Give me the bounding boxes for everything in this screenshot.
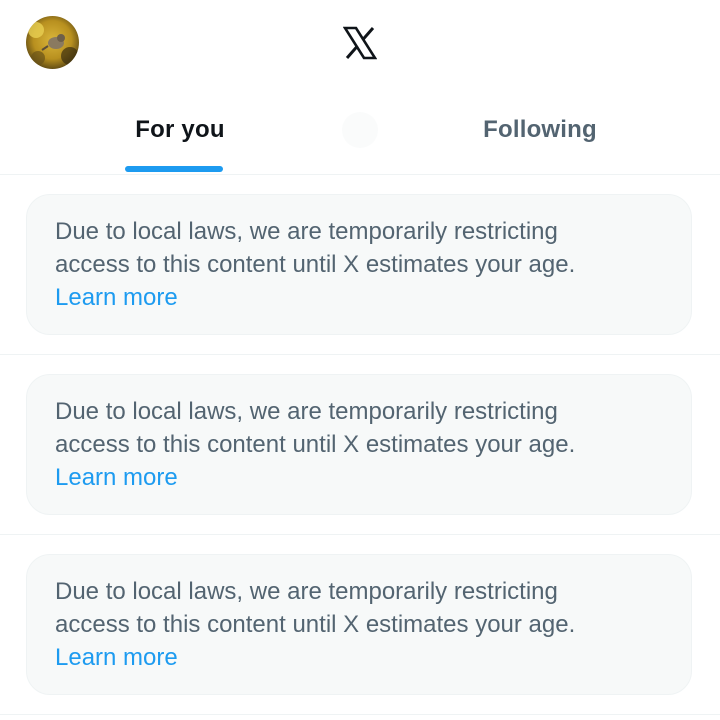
notice-text: access to this content until X estimates… <box>55 611 576 638</box>
notice-text: access to this content until X estimates… <box>55 431 576 458</box>
tab-for-you[interactable]: For you <box>0 90 360 174</box>
active-tab-indicator <box>125 166 223 172</box>
learn-more-link[interactable]: Learn more <box>55 641 178 674</box>
notice-text: access to this content until X estimates… <box>55 251 576 278</box>
notice-text: Due to local laws, we are temporarily re… <box>55 218 558 245</box>
age-restriction-notice: Due to local laws, we are temporarily re… <box>26 554 692 695</box>
tab-label: Following <box>483 116 597 143</box>
notice-text: Due to local laws, we are temporarily re… <box>55 578 558 605</box>
app-root: For you Following Due to local laws, we … <box>0 0 720 720</box>
age-restriction-notice: Due to local laws, we are temporarily re… <box>26 374 692 515</box>
learn-more-link[interactable]: Learn more <box>55 461 178 494</box>
x-logo-icon[interactable] <box>342 26 378 60</box>
learn-more-link[interactable]: Learn more <box>55 281 178 314</box>
list-item: Due to local laws, we are temporarily re… <box>0 535 720 715</box>
age-restriction-notice: Due to local laws, we are temporarily re… <box>26 194 692 335</box>
list-item: Due to local laws, we are temporarily re… <box>0 355 720 535</box>
notice-text: Due to local laws, we are temporarily re… <box>55 398 558 425</box>
timeline-feed: Due to local laws, we are temporarily re… <box>0 175 720 715</box>
top-bar <box>0 0 720 90</box>
profile-avatar-icon[interactable] <box>26 16 79 69</box>
timeline-tabs: For you Following <box>0 90 720 175</box>
loading-spinner-placeholder <box>342 112 378 148</box>
list-item: Due to local laws, we are temporarily re… <box>0 175 720 355</box>
tab-following[interactable]: Following <box>360 90 720 174</box>
tab-label: For you <box>135 116 225 143</box>
